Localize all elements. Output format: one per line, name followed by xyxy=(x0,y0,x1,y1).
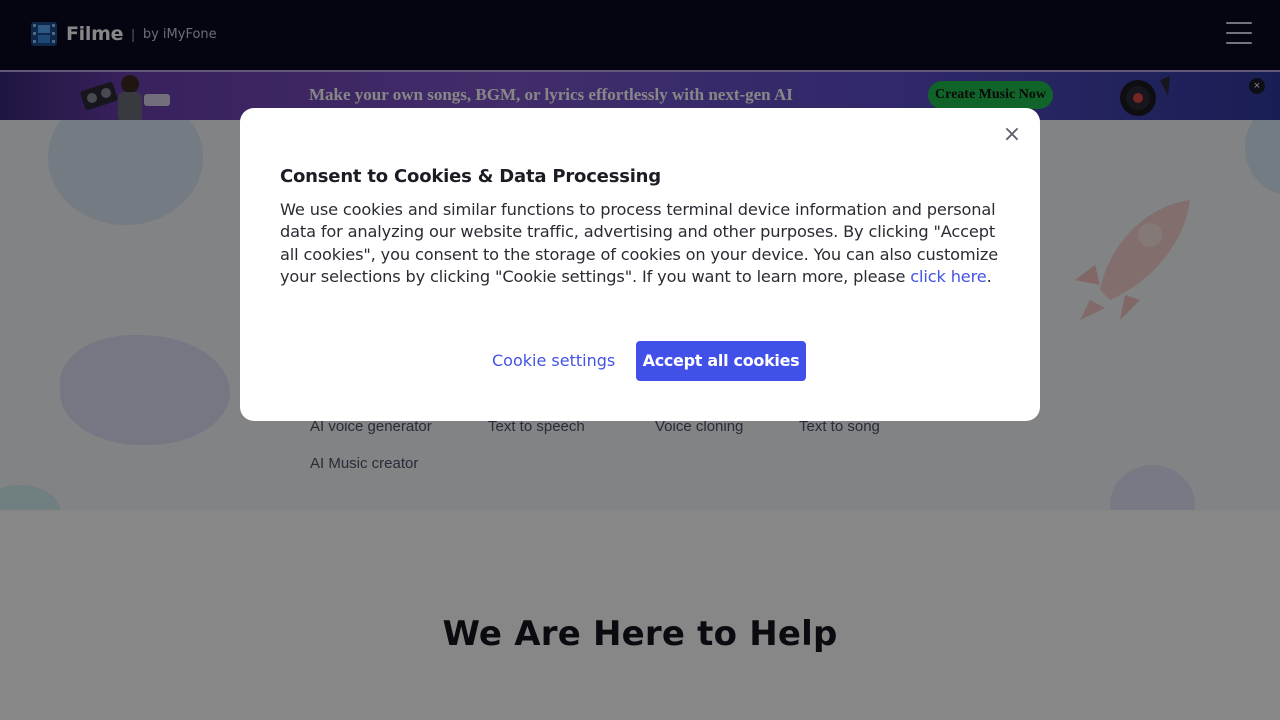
dialog-body-text: We use cookies and similar functions to … xyxy=(280,200,999,286)
dialog-title: Consent to Cookies & Data Processing xyxy=(280,166,661,187)
cookie-settings-button[interactable]: Cookie settings xyxy=(492,342,615,380)
learn-more-link[interactable]: click here xyxy=(910,267,986,286)
dialog-body: We use cookies and similar functions to … xyxy=(280,199,1010,288)
accept-all-cookies-button[interactable]: Accept all cookies xyxy=(636,341,806,381)
cookie-consent-dialog: × Consent to Cookies & Data Processing W… xyxy=(240,108,1040,421)
close-icon[interactable]: × xyxy=(1002,124,1022,146)
dialog-body-suffix: . xyxy=(986,266,992,286)
